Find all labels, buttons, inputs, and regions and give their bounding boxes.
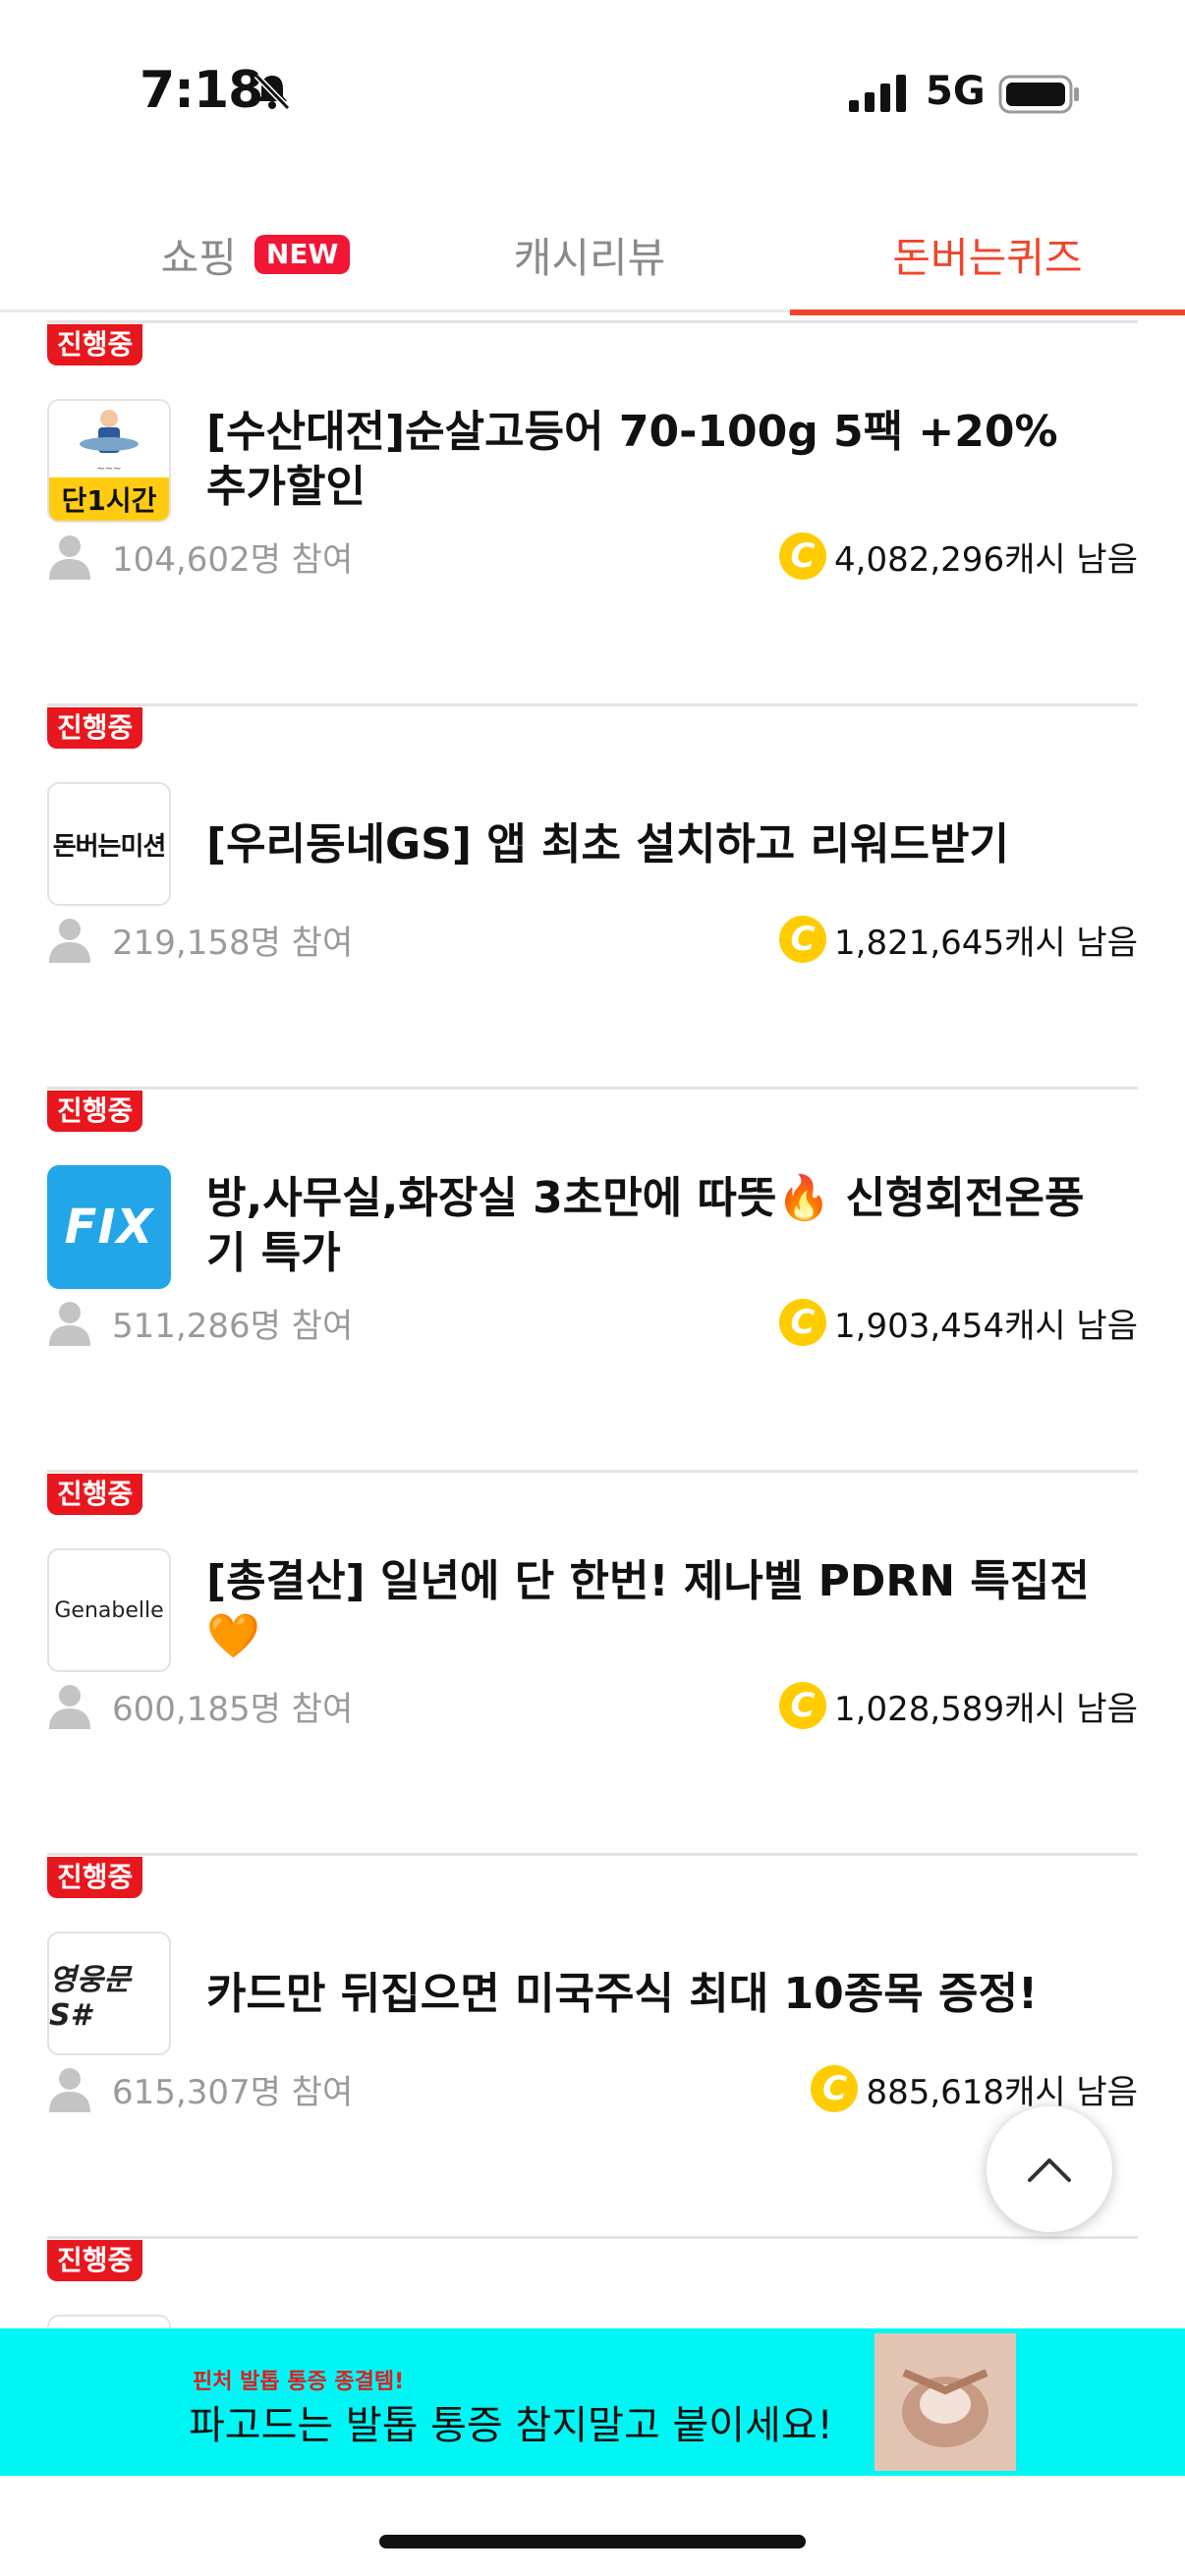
item-meta: 104,602명 참여 C 4,082,296캐시 남음 [47,527,1138,586]
item-title: [수산대전]순살고등어 70-100g 5팩 +20%추가할인 [206,407,1058,512]
item-meta: 615,307명 참여 C 885,618캐시 남음 [47,2059,1138,2118]
quiz-list: 진행중 ~~~ 단1시간 [수산대전]순살고등어 70-100g 5팩 +20%… [0,320,1185,2328]
fish-illustration: ~~~ [49,401,169,477]
coin-icon: C [811,2065,859,2112]
divider [47,1087,1138,1090]
thumbnail-caption: 단1시간 [49,477,169,521]
item-title: [우리동네GS] 앱 최초 설치하고 리워드받기 [206,819,1009,869]
participants: 600,185명 참여 [47,1682,353,1730]
item-title: [총결산] 일년에 단 한번! 제나벨 PDRN 특집전 🧡 [206,1556,1090,1661]
item-title: 방,사무실,화장실 3초만에 따뜻🔥 신형회전온풍기 특가 [206,1173,1085,1278]
coin-icon: C [779,1299,827,1346]
divider [47,2236,1138,2239]
divider [47,1470,1138,1473]
tab-shopping[interactable]: 쇼핑 NEW [138,196,373,312]
list-item[interactable]: 진행중 Genabelle [총결산] 일년에 단 한번! 제나벨 PDRN 특… [0,1470,1185,1855]
ad-subtitle: 핀처 발톱 통증 종결템! [193,2370,405,2394]
person-icon [49,535,90,580]
scroll-to-top-button[interactable] [987,2106,1112,2232]
list-item[interactable]: 진행중 FIX 방,사무실,화장실 3초만에 따뜻🔥 신형회전온풍기 특가 51… [0,1087,1185,1472]
ad-product-image [875,2333,1016,2471]
participants-count: 219,158명 참여 [112,923,354,963]
tab-cash-review[interactable]: 캐시리뷰 [432,196,747,312]
coin-icon: C [779,532,827,580]
participants-count: 104,602명 참여 [112,539,354,580]
battery-icon [998,75,1079,114]
product-thumbnail: 돈버는미션 [47,782,171,906]
remaining-cash: C 885,618캐시 남음 [811,2065,1138,2113]
remaining-cash-text: 1,903,454캐시 남음 [834,1306,1138,1346]
clock: 7:18 [140,61,263,120]
network-type: 5G [926,69,986,114]
thumbnail-logo-text: Genabelle [54,1597,164,1623]
status-badge: 진행중 [47,2240,143,2281]
coin-icon: C [779,916,827,963]
status-badge: 진행중 [47,1091,143,1132]
remaining-cash-text: 1,821,645캐시 남음 [834,923,1138,963]
tab-label: 돈버는퀴즈 [892,233,1083,282]
item-title: 카드만 뒤집으면 미국주식 최대 10종목 증정! [206,1969,1039,2019]
cellular-signal-icon [849,75,906,112]
item-meta: 600,185명 참여 C 1,028,589캐시 남음 [47,1676,1138,1735]
item-meta: 511,286명 참여 C 1,903,454캐시 남음 [47,1293,1138,1352]
product-thumbnail: Genabelle [47,1548,171,1672]
chevron-up-icon [1028,2158,1071,2182]
remaining-cash: C 1,821,645캐시 남음 [779,916,1138,964]
thumbnail-logo-text: FIX [64,1200,154,1255]
person-icon [49,1685,90,1729]
product-thumbnail [47,2315,171,2328]
participants: 511,286명 참여 [47,1299,353,1347]
participants-count: 615,307명 참여 [112,2072,354,2112]
product-thumbnail: FIX [47,1165,171,1289]
thumbnail-logo-text: 돈버는미션 [52,831,167,862]
participants-count: 600,185명 참여 [112,1689,354,1729]
ad-headline: 파고드는 발톱 통증 참지말고 붙이세요! [189,2403,833,2448]
person-icon [49,2068,90,2112]
participants: 615,307명 참여 [47,2065,353,2113]
list-item[interactable]: 진행중 [0,2236,1185,2328]
divider [47,1853,1138,1856]
tab-label: 쇼핑 [160,233,237,282]
home-indicator [379,2535,806,2548]
list-item[interactable]: 진행중 ~~~ 단1시간 [수산대전]순살고등어 70-100g 5팩 +20%… [0,320,1185,705]
status-badge: 진행중 [47,707,143,749]
divider [47,703,1138,706]
remaining-cash-text: 1,028,589캐시 남음 [834,1689,1138,1729]
status-badge: 진행중 [47,1857,143,1898]
remaining-cash-text: 885,618캐시 남음 [866,2072,1138,2112]
remaining-cash: C 1,903,454캐시 남음 [779,1299,1138,1347]
tab-label: 캐시리뷰 [513,233,666,282]
tab-money-quiz[interactable]: 돈버는퀴즈 [790,196,1185,315]
thumbnail-logo-text: 영웅문S# [49,1962,131,2033]
item-meta: 219,158명 참여 C 1,821,645캐시 남음 [47,910,1138,969]
remaining-cash: C 4,082,296캐시 남음 [779,532,1138,581]
coin-icon: C [779,1682,827,1729]
remaining-cash-text: 4,082,296캐시 남음 [834,539,1138,580]
ad-banner[interactable]: 핀처 발톱 통증 종결템! 파고드는 발톱 통증 참지말고 붙이세요! [0,2328,1185,2476]
product-thumbnail: 영웅문S# [47,1932,171,2055]
participants: 219,158명 참여 [47,916,353,964]
remaining-cash: C 1,028,589캐시 남음 [779,1682,1138,1730]
person-icon [49,1302,90,1346]
divider [47,320,1138,323]
participants-count: 511,286명 참여 [112,1306,354,1346]
active-tab-indicator [790,309,1185,315]
svg-text:~~~: ~~~ [96,464,121,475]
tab-bar: 쇼핑 NEW 캐시리뷰 돈버는퀴즈 [0,196,1185,315]
product-thumbnail: ~~~ 단1시간 [47,399,171,523]
status-badge: 진행중 [47,324,143,365]
person-icon [49,919,90,963]
new-badge: NEW [254,235,351,274]
status-bar: 7:18 5G [0,0,1185,187]
status-badge: 진행중 [47,1474,143,1515]
participants: 104,602명 참여 [47,532,353,581]
bell-muted-icon [254,73,291,111]
list-item[interactable]: 진행중 돈버는미션 [우리동네GS] 앱 최초 설치하고 리워드받기 219,1… [0,703,1185,1089]
